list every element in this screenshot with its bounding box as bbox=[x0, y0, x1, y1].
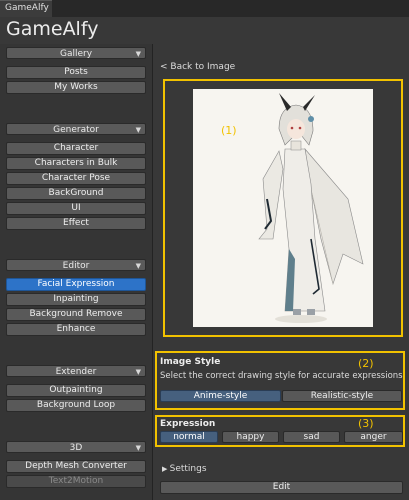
section-generator-label: Generator bbox=[53, 125, 99, 135]
section-gallery-label: Gallery bbox=[59, 49, 93, 59]
expression-title: Expression bbox=[160, 419, 216, 429]
section-extender-header[interactable]: Extender ▼ bbox=[6, 365, 146, 377]
background-loop-button[interactable]: Background Loop bbox=[6, 399, 146, 412]
anime-style-option[interactable]: Anime-style bbox=[160, 390, 281, 402]
section-3d-header[interactable]: 3D ▼ bbox=[6, 441, 146, 453]
dropdown-arrow-icon: ▼ bbox=[135, 262, 141, 270]
realistic-style-option[interactable]: Realistic-style bbox=[282, 390, 402, 402]
expression-callout-label: (3) bbox=[358, 417, 374, 430]
tab-bar: GameAlfy bbox=[0, 0, 409, 17]
characters-in-bulk-button[interactable]: Characters in Bulk bbox=[6, 157, 146, 170]
background-remove-button[interactable]: Background Remove bbox=[6, 308, 146, 321]
inpainting-button[interactable]: Inpainting bbox=[6, 293, 146, 306]
section-gallery-header[interactable]: Gallery ▼ bbox=[6, 47, 146, 59]
section-editor-header[interactable]: Editor ▼ bbox=[6, 259, 146, 271]
edit-button[interactable]: Edit bbox=[160, 481, 403, 494]
image-style-description: Select the correct drawing style for acc… bbox=[160, 371, 403, 381]
back-to-image-link[interactable]: < Back to Image bbox=[160, 62, 235, 72]
section-generator-header[interactable]: Generator ▼ bbox=[6, 123, 146, 135]
character-image bbox=[193, 89, 373, 327]
text2motion-button: Text2Motion bbox=[6, 475, 146, 488]
section-3d-label: 3D bbox=[69, 443, 83, 453]
expression-sad-option[interactable]: sad bbox=[283, 431, 340, 443]
expression-normal-option[interactable]: normal bbox=[160, 431, 218, 443]
sidebar bbox=[0, 44, 153, 500]
depth-mesh-converter-button[interactable]: Depth Mesh Converter bbox=[6, 460, 146, 473]
tab-gamealfy[interactable]: GameAlfy bbox=[0, 0, 52, 17]
my-works-button[interactable]: My Works bbox=[6, 81, 146, 94]
image-callout-label: (1) bbox=[221, 124, 237, 137]
character-pose-button[interactable]: Character Pose bbox=[6, 172, 146, 185]
dropdown-arrow-icon: ▼ bbox=[135, 50, 141, 58]
enhance-button[interactable]: Enhance bbox=[6, 323, 146, 336]
outpainting-button[interactable]: Outpainting bbox=[6, 384, 146, 397]
posts-button[interactable]: Posts bbox=[6, 66, 146, 79]
expression-anger-option[interactable]: anger bbox=[344, 431, 403, 443]
app-title: GameAlfy bbox=[6, 18, 99, 40]
effect-button[interactable]: Effect bbox=[6, 217, 146, 230]
image-style-title: Image Style bbox=[160, 357, 221, 367]
background-button[interactable]: BackGround bbox=[6, 187, 146, 200]
section-extender-label: Extender bbox=[55, 367, 97, 377]
settings-label: Settings bbox=[169, 464, 207, 474]
facial-expression-button[interactable]: Facial Expression bbox=[6, 278, 146, 291]
dropdown-arrow-icon: ▼ bbox=[135, 368, 141, 376]
character-button[interactable]: Character bbox=[6, 142, 146, 155]
character-illustration bbox=[193, 89, 373, 327]
foldout-arrow-icon: ▶ bbox=[162, 465, 170, 473]
image-style-callout-label: (2) bbox=[358, 357, 374, 370]
dropdown-arrow-icon: ▼ bbox=[135, 444, 141, 452]
settings-foldout[interactable]: ▶ Settings bbox=[162, 464, 207, 474]
section-editor-label: Editor bbox=[62, 261, 90, 271]
expression-happy-option[interactable]: happy bbox=[222, 431, 279, 443]
dropdown-arrow-icon: ▼ bbox=[135, 126, 141, 134]
ui-button[interactable]: UI bbox=[6, 202, 146, 215]
